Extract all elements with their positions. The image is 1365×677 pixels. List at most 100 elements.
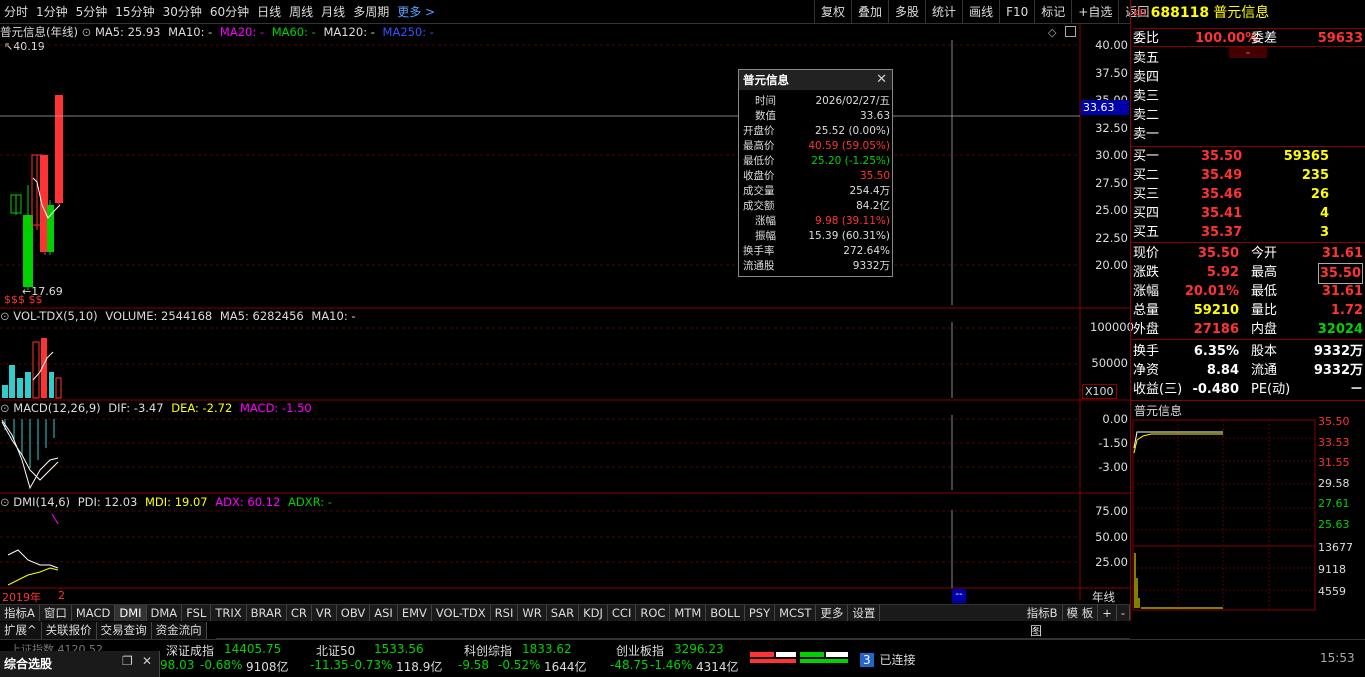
price-tick: 37.50 — [1095, 65, 1128, 80]
x-year: 2019年 — [2, 591, 41, 604]
indicator-tab[interactable]: ROC — [636, 605, 671, 621]
price-tick: 27.50 — [1095, 175, 1128, 190]
indicator-tab[interactable]: KDJ — [579, 605, 608, 621]
indicator-tab[interactable]: 设置 — [848, 605, 881, 621]
indicator-tab[interactable]: MACD — [72, 605, 116, 621]
template-tab[interactable]: + — [1098, 605, 1117, 621]
buy-label: 买三 — [1133, 187, 1160, 202]
tooltip-row: 成交量 254.4万 — [739, 184, 894, 199]
buy-level[interactable]: 买二 35.49 235 — [1133, 166, 1365, 185]
buy-level[interactable]: 买一 35.50 59365 — [1133, 147, 1365, 166]
tooltip-key: 振幅 — [755, 230, 776, 242]
quote-label: 总量 — [1133, 303, 1160, 318]
quote-label: 换手 — [1133, 344, 1160, 359]
indicator-tab[interactable]: FSL — [182, 605, 212, 621]
settings-icon[interactable]: ⊙ — [0, 401, 13, 415]
buy-level[interactable]: 买三 35.46 26 — [1133, 185, 1365, 204]
settings-icon[interactable]: ⊙ — [0, 309, 13, 323]
indicator-tab[interactable]: 更多 — [816, 605, 849, 621]
index-quote[interactable]: 北证50 1533.56 -11.35 -0.73% 118.9亿 — [310, 642, 460, 676]
indicator-tab[interactable]: CCI — [608, 605, 637, 621]
x-n: 2 — [58, 589, 65, 602]
settings-icon[interactable]: ⊙ — [0, 495, 13, 509]
tooltip-value: 254.4万 — [849, 185, 890, 197]
template-tab[interactable]: - — [1117, 605, 1130, 621]
index-name: 北证50 — [316, 644, 356, 658]
indicator-tab[interactable]: MTM — [670, 605, 707, 621]
cursor-price-tag: 33.63 — [1081, 100, 1129, 115]
macd-dif: DIF: -3.47 — [108, 401, 164, 415]
indicator-tab[interactable]: TRIX — [211, 605, 247, 621]
tooltip-key: 成交量 — [743, 185, 775, 197]
indicator-tab[interactable]: DMI — [115, 605, 147, 621]
quote-value: 9332万 — [1313, 363, 1363, 378]
mdi-line — [7, 567, 59, 586]
dmi-adx: ADX: 60.12 — [215, 495, 281, 509]
indicator-tab[interactable]: BRAR — [247, 605, 287, 621]
indicator-tab[interactable]: VOL-TDX — [432, 605, 491, 621]
index-quote[interactable]: 深证成指 14405.75 98.03 -0.68% 9108亿 — [160, 642, 310, 676]
buy-level[interactable]: 买四 35.41 4 — [1133, 204, 1365, 223]
index-pct: -1.46% — [650, 658, 693, 672]
index-pct: -0.68% — [200, 658, 243, 672]
price-tick: 22.50 — [1095, 230, 1128, 245]
tooltip-row: 成交额 84.2亿 — [739, 199, 894, 214]
mini-price-tick: 25.63 — [1318, 517, 1350, 531]
tooltip-row: 收盘价 35.50 — [739, 169, 894, 184]
buy-price: 35.41 — [1201, 206, 1243, 221]
indicator-tab[interactable]: BOLL — [706, 605, 745, 621]
indicator-tab[interactable]: RSI — [491, 605, 519, 621]
indicator-tab[interactable]: 窗口 — [40, 605, 72, 621]
indicator-tab[interactable]: WR — [518, 605, 547, 621]
quote-value: 6.35% — [1193, 344, 1239, 359]
mini-price-tick: 29.58 — [1318, 476, 1350, 490]
mini-cursor-tab[interactable]: 图 — [1030, 622, 1042, 639]
indicator-tab[interactable]: 指标A — [0, 605, 40, 621]
dmi-header: ⊙ DMI(14,6) PDI: 12.03 MDI: 19.07 ADX: 6… — [0, 494, 332, 510]
mini-title: 普元信息 — [1134, 404, 1183, 418]
close-icon[interactable]: ✕ — [142, 654, 152, 668]
indicator-tab[interactable]: MCST — [775, 605, 817, 621]
kline-svg — [0, 24, 1130, 600]
price-tick: 40.00 — [1095, 38, 1128, 52]
quote-label: 股本 — [1251, 344, 1278, 359]
quote-value: 5.92 — [1206, 265, 1239, 280]
mini-vol-tick: 4559 — [1318, 585, 1346, 598]
indicator-tab[interactable]: OBV — [337, 605, 371, 621]
sub-tab[interactable]: 扩展^ — [0, 622, 42, 639]
template-tab[interactable]: 指标B — [1023, 605, 1063, 621]
sell-level: 卖三 — [1133, 89, 1160, 104]
dmi-tick-2: 50.00 — [1095, 530, 1128, 544]
index-quote[interactable]: 创业板指 3296.23 -48.75 -1.46% 4314亿 — [610, 642, 760, 676]
screener-panel[interactable]: 综合选股 ❐ ✕ — [0, 651, 160, 677]
indicator-tab[interactable]: VR — [312, 605, 337, 621]
connection-badge[interactable]: 3 已连接 — [860, 651, 915, 668]
vol-title: VOL-TDX(5,10) — [13, 309, 98, 323]
indicator-tab[interactable]: PSY — [745, 605, 776, 621]
indicator-tab[interactable]: ASI — [370, 605, 398, 621]
x-unit[interactable]: 年线 — [1092, 589, 1115, 605]
indicator-tab[interactable]: SAR — [547, 605, 580, 621]
indicator-tab[interactable]: DMA — [147, 605, 183, 621]
sub-tab[interactable]: 资金流向 — [151, 622, 207, 639]
close-icon[interactable]: ✕ — [876, 72, 887, 87]
vol-unit: X100 — [1082, 384, 1117, 399]
mini-chart[interactable] — [1131, 418, 1316, 612]
tooltip-key: 换手率 — [743, 245, 775, 257]
quote-value: -0.480 — [1192, 382, 1239, 397]
tooltip-value: 9332万 — [852, 260, 890, 272]
buy-volume: 4 — [1319, 206, 1329, 221]
macd-tick-1: 0.00 — [1102, 412, 1128, 426]
indicator-tab[interactable]: EMV — [398, 605, 432, 621]
popout-icon[interactable]: ❐ — [122, 654, 133, 668]
index-quote[interactable]: 科创综指 1833.62 -9.58 -0.52% 1644亿 — [458, 642, 608, 676]
buy-label: 买五 — [1133, 225, 1160, 240]
indicator-tab[interactable]: CR — [287, 605, 312, 621]
tooltip-value: 25.20 (-1.25%) — [811, 155, 890, 167]
macd-tick-3: -3.00 — [1098, 460, 1128, 474]
index-amount: 9108亿 — [246, 660, 289, 674]
sub-tab[interactable]: 交易查询 — [96, 622, 152, 639]
sub-tab[interactable]: 关联报价 — [41, 622, 97, 639]
template-tab[interactable]: 模 板 — [1063, 605, 1099, 621]
buy-level[interactable]: 买五 35.37 3 — [1133, 223, 1365, 242]
